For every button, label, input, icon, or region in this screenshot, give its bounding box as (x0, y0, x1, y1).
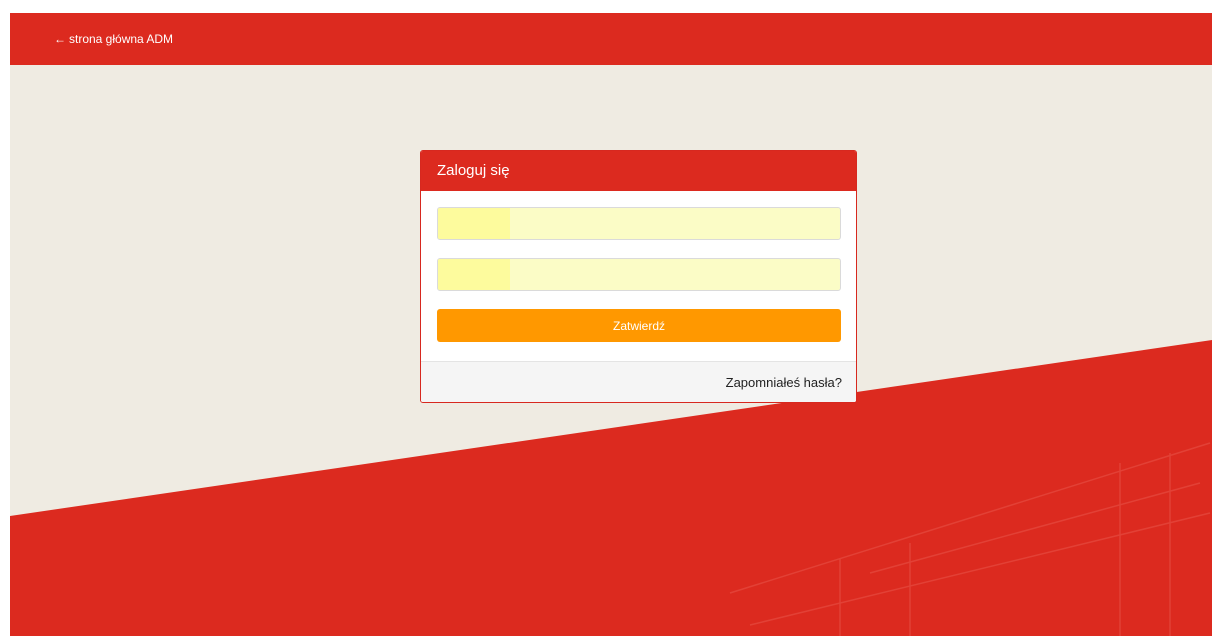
login-form: Zatwierdź (421, 191, 856, 361)
login-field[interactable] (437, 207, 841, 240)
login-panel: Zaloguj się Zatwierdź Zapomniałeś hasła? (420, 150, 857, 403)
login-page: ← strona główna ADM Zaloguj się Zatwierdź… (10, 13, 1212, 636)
login-panel-title: Zaloguj się (421, 151, 856, 191)
submit-button[interactable]: Zatwierdź (437, 309, 841, 342)
arrow-left-icon: ← (54, 32, 66, 46)
back-to-homepage-link[interactable]: ← strona główna ADM (54, 32, 173, 46)
top-navigation-bar: ← strona główna ADM (10, 13, 1212, 65)
password-field[interactable] (437, 258, 841, 291)
forgot-password-link[interactable]: Zapomniałeś hasła? (726, 375, 842, 390)
back-link-label: strona główna ADM (69, 32, 174, 46)
login-input[interactable] (438, 208, 840, 239)
login-panel-footer: Zapomniałeś hasła? (421, 361, 856, 402)
password-input[interactable] (438, 259, 840, 290)
